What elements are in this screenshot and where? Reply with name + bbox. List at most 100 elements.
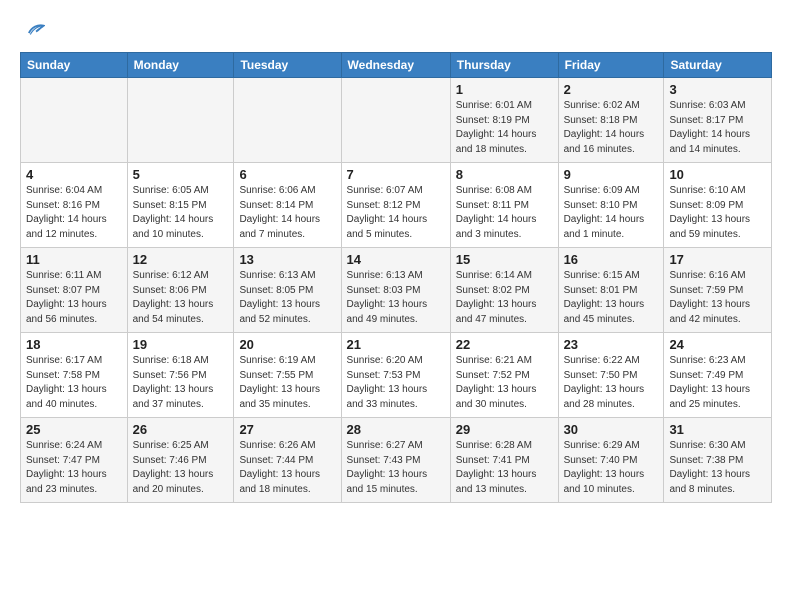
calendar-cell: 21 Sunrise: 6:20 AM Sunset: 7:53 PM Dayli… (341, 333, 450, 418)
calendar-cell: 25Sunrise: 6:24 AM Sunset: 7:47 PM Dayli… (21, 418, 128, 503)
calendar-cell: 30 Sunrise: 6:29 AM Sunset: 7:40 PM Dayli… (558, 418, 664, 503)
day-number: 1 (456, 82, 553, 97)
day-info: Sunrise: 6:13 AM Sunset: 8:03 PM Dayligh… (347, 269, 445, 327)
day-info: Sunrise: 6:19 AM Sunset: 7:55 PM Dayligh… (239, 354, 335, 412)
calendar-header-saturday: Saturday (664, 53, 772, 78)
calendar-cell: 16 Sunrise: 6:15 AM Sunset: 8:01 PM Dayli… (558, 248, 664, 333)
day-number: 13 (239, 252, 335, 267)
day-info: Sunrise: 6:08 AM Sunset: 8:11 PM Dayligh… (456, 184, 553, 242)
calendar-cell: 6 Sunrise: 6:06 AM Sunset: 8:14 PM Daylig… (234, 163, 341, 248)
day-info: Sunrise: 6:27 AM Sunset: 7:43 PM Dayligh… (347, 439, 445, 497)
calendar-cell: 12 Sunrise: 6:12 AM Sunset: 8:06 PM Dayli… (127, 248, 234, 333)
day-info: Sunrise: 6:09 AM Sunset: 8:10 PM Dayligh… (564, 184, 659, 242)
day-info: Sunrise: 6:05 AM Sunset: 8:15 PM Dayligh… (133, 184, 229, 242)
day-info: Sunrise: 6:22 AM Sunset: 7:50 PM Dayligh… (564, 354, 659, 412)
calendar-cell: 4Sunrise: 6:04 AM Sunset: 8:16 PM Daylig… (21, 163, 128, 248)
calendar-header-friday: Friday (558, 53, 664, 78)
day-number: 20 (239, 337, 335, 352)
calendar-cell: 2 Sunrise: 6:02 AM Sunset: 8:18 PM Daylig… (558, 78, 664, 163)
calendar-cell: 14 Sunrise: 6:13 AM Sunset: 8:03 PM Dayli… (341, 248, 450, 333)
calendar-cell: 13 Sunrise: 6:13 AM Sunset: 8:05 PM Dayli… (234, 248, 341, 333)
calendar-cell: 17 Sunrise: 6:16 AM Sunset: 7:59 PM Dayli… (664, 248, 772, 333)
day-number: 19 (133, 337, 229, 352)
day-number: 8 (456, 167, 553, 182)
day-number: 24 (669, 337, 766, 352)
day-number: 9 (564, 167, 659, 182)
calendar-week-row: 1 Sunrise: 6:01 AM Sunset: 8:19 PM Daylig… (21, 78, 772, 163)
calendar-cell: 18Sunrise: 6:17 AM Sunset: 7:58 PM Dayli… (21, 333, 128, 418)
calendar-cell: 24Sunrise: 6:23 AM Sunset: 7:49 PM Dayli… (664, 333, 772, 418)
calendar-cell: 10Sunrise: 6:10 AM Sunset: 8:09 PM Dayli… (664, 163, 772, 248)
calendar-cell: 9 Sunrise: 6:09 AM Sunset: 8:10 PM Daylig… (558, 163, 664, 248)
calendar-header-sunday: Sunday (21, 53, 128, 78)
day-info: Sunrise: 6:17 AM Sunset: 7:58 PM Dayligh… (26, 354, 122, 412)
logo-bird-icon (23, 18, 45, 40)
day-info: Sunrise: 6:15 AM Sunset: 8:01 PM Dayligh… (564, 269, 659, 327)
day-info: Sunrise: 6:29 AM Sunset: 7:40 PM Dayligh… (564, 439, 659, 497)
day-info: Sunrise: 6:07 AM Sunset: 8:12 PM Dayligh… (347, 184, 445, 242)
day-info: Sunrise: 6:28 AM Sunset: 7:41 PM Dayligh… (456, 439, 553, 497)
calendar-cell: 23 Sunrise: 6:22 AM Sunset: 7:50 PM Dayli… (558, 333, 664, 418)
day-info: Sunrise: 6:06 AM Sunset: 8:14 PM Dayligh… (239, 184, 335, 242)
calendar-cell: 22Sunrise: 6:21 AM Sunset: 7:52 PM Dayli… (450, 333, 558, 418)
day-number: 12 (133, 252, 229, 267)
logo (20, 18, 45, 40)
day-number: 6 (239, 167, 335, 182)
day-number: 31 (669, 422, 766, 437)
calendar-cell (21, 78, 128, 163)
calendar-cell: 29 Sunrise: 6:28 AM Sunset: 7:41 PM Dayli… (450, 418, 558, 503)
day-info: Sunrise: 6:16 AM Sunset: 7:59 PM Dayligh… (669, 269, 766, 327)
day-number: 21 (347, 337, 445, 352)
calendar-week-row: 18Sunrise: 6:17 AM Sunset: 7:58 PM Dayli… (21, 333, 772, 418)
day-info: Sunrise: 6:10 AM Sunset: 8:09 PM Dayligh… (669, 184, 766, 242)
day-info: Sunrise: 6:02 AM Sunset: 8:18 PM Dayligh… (564, 99, 659, 157)
day-number: 25 (26, 422, 122, 437)
calendar-header-tuesday: Tuesday (234, 53, 341, 78)
calendar-cell (127, 78, 234, 163)
day-info: Sunrise: 6:03 AM Sunset: 8:17 PM Dayligh… (669, 99, 766, 157)
calendar-header-row: SundayMondayTuesdayWednesdayThursdayFrid… (21, 53, 772, 78)
day-number: 30 (564, 422, 659, 437)
calendar-cell: 8 Sunrise: 6:08 AM Sunset: 8:11 PM Daylig… (450, 163, 558, 248)
calendar-table: SundayMondayTuesdayWednesdayThursdayFrid… (20, 52, 772, 503)
page: SundayMondayTuesdayWednesdayThursdayFrid… (0, 0, 792, 515)
calendar-week-row: 4Sunrise: 6:04 AM Sunset: 8:16 PM Daylig… (21, 163, 772, 248)
day-info: Sunrise: 6:30 AM Sunset: 7:38 PM Dayligh… (669, 439, 766, 497)
day-number: 28 (347, 422, 445, 437)
calendar-cell: 19 Sunrise: 6:18 AM Sunset: 7:56 PM Dayli… (127, 333, 234, 418)
calendar-cell: 31 Sunrise: 6:30 AM Sunset: 7:38 PM Dayli… (664, 418, 772, 503)
calendar-cell: 26 Sunrise: 6:25 AM Sunset: 7:46 PM Dayli… (127, 418, 234, 503)
calendar-week-row: 25Sunrise: 6:24 AM Sunset: 7:47 PM Dayli… (21, 418, 772, 503)
day-number: 2 (564, 82, 659, 97)
day-info: Sunrise: 6:13 AM Sunset: 8:05 PM Dayligh… (239, 269, 335, 327)
calendar-cell: 5 Sunrise: 6:05 AM Sunset: 8:15 PM Daylig… (127, 163, 234, 248)
day-info: Sunrise: 6:11 AM Sunset: 8:07 PM Dayligh… (26, 269, 122, 327)
calendar-cell (341, 78, 450, 163)
day-number: 17 (669, 252, 766, 267)
day-info: Sunrise: 6:01 AM Sunset: 8:19 PM Dayligh… (456, 99, 553, 157)
day-number: 15 (456, 252, 553, 267)
day-number: 5 (133, 167, 229, 182)
calendar-header-thursday: Thursday (450, 53, 558, 78)
day-number: 26 (133, 422, 229, 437)
day-number: 14 (347, 252, 445, 267)
day-info: Sunrise: 6:21 AM Sunset: 7:52 PM Dayligh… (456, 354, 553, 412)
day-info: Sunrise: 6:20 AM Sunset: 7:53 PM Dayligh… (347, 354, 445, 412)
day-number: 11 (26, 252, 122, 267)
day-info: Sunrise: 6:18 AM Sunset: 7:56 PM Dayligh… (133, 354, 229, 412)
calendar-header-wednesday: Wednesday (341, 53, 450, 78)
day-info: Sunrise: 6:12 AM Sunset: 8:06 PM Dayligh… (133, 269, 229, 327)
calendar-header-monday: Monday (127, 53, 234, 78)
calendar-cell: 11 Sunrise: 6:11 AM Sunset: 8:07 PM Dayli… (21, 248, 128, 333)
calendar-week-row: 11 Sunrise: 6:11 AM Sunset: 8:07 PM Dayli… (21, 248, 772, 333)
day-number: 23 (564, 337, 659, 352)
calendar-cell: 15Sunrise: 6:14 AM Sunset: 8:02 PM Dayli… (450, 248, 558, 333)
day-info: Sunrise: 6:25 AM Sunset: 7:46 PM Dayligh… (133, 439, 229, 497)
header (20, 18, 772, 40)
day-number: 7 (347, 167, 445, 182)
day-number: 29 (456, 422, 553, 437)
day-number: 16 (564, 252, 659, 267)
day-number: 4 (26, 167, 122, 182)
calendar-cell: 3Sunrise: 6:03 AM Sunset: 8:17 PM Daylig… (664, 78, 772, 163)
day-info: Sunrise: 6:26 AM Sunset: 7:44 PM Dayligh… (239, 439, 335, 497)
